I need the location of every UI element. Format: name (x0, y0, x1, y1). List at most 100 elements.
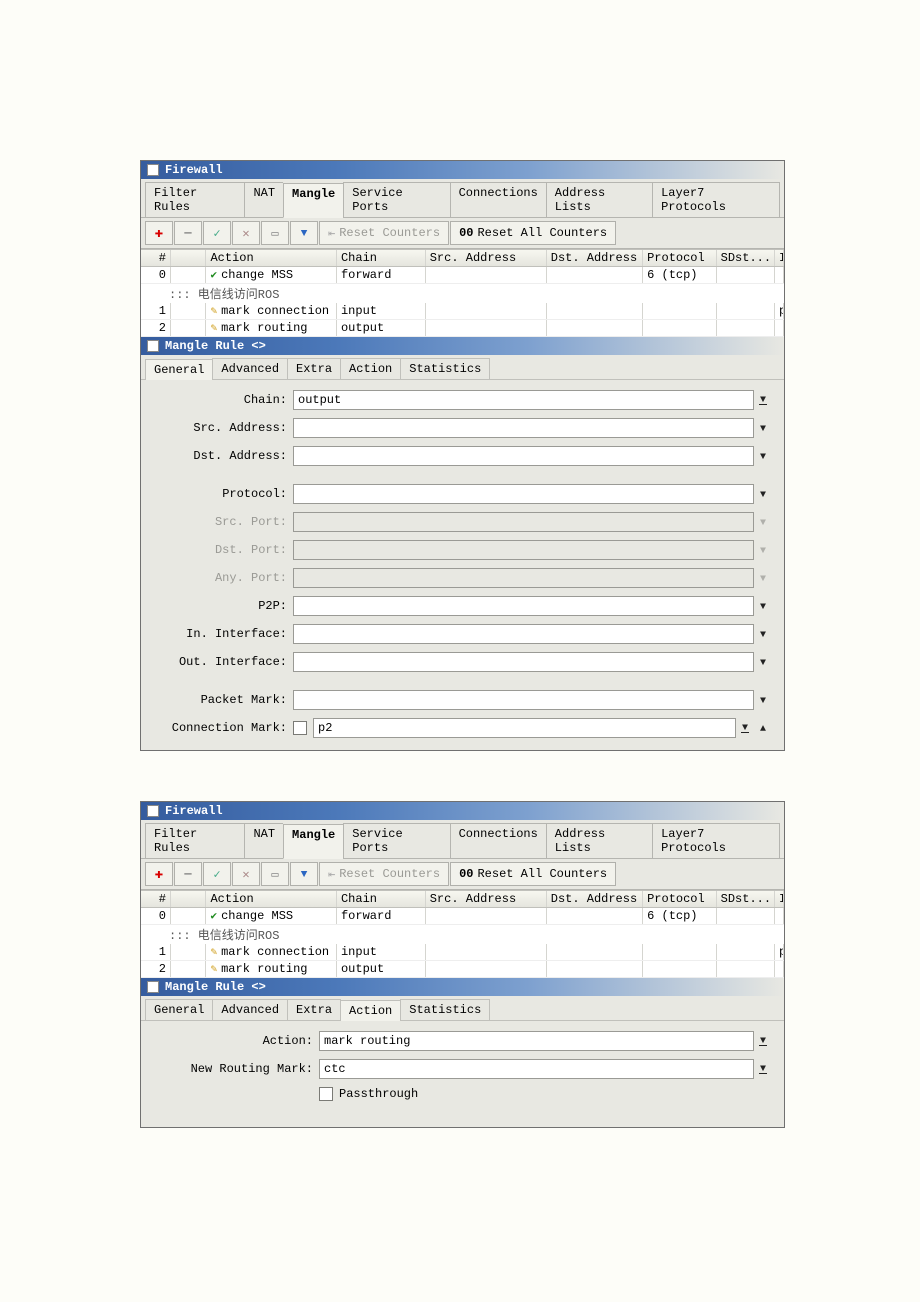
chain-input[interactable] (293, 390, 754, 410)
out-interface-dropdown[interactable] (754, 655, 772, 669)
p2p-input[interactable] (293, 596, 754, 616)
in-interface-input[interactable] (293, 624, 754, 644)
out-interface-input[interactable] (293, 652, 754, 672)
col-dst-addr[interactable]: Dst. Address (547, 250, 643, 266)
src-address-dropdown[interactable] (754, 421, 772, 435)
tab-service-ports[interactable]: Service Ports (343, 823, 449, 858)
tab-action[interactable]: Action (340, 1000, 401, 1021)
packet-mark-dropdown[interactable] (754, 693, 772, 707)
titlebar[interactable]: Firewall (141, 161, 784, 179)
tab-address-lists[interactable]: Address Lists (546, 823, 652, 858)
tab-statistics[interactable]: Statistics (400, 358, 490, 379)
disable-button[interactable] (232, 221, 260, 245)
src-port-dropdown (754, 515, 772, 529)
src-address-input[interactable] (293, 418, 754, 438)
in-interface-dropdown[interactable] (754, 627, 772, 641)
comment-button[interactable] (261, 221, 289, 245)
table-row[interactable]: 2 mark routing output (141, 320, 784, 337)
col-sdst[interactable]: SDst... (717, 891, 775, 907)
filter-button[interactable] (290, 221, 318, 245)
connection-mark-input[interactable] (313, 718, 736, 738)
tab-advanced[interactable]: Advanced (212, 999, 288, 1020)
p2p-label: P2P: (153, 599, 293, 613)
tab-extra[interactable]: Extra (287, 999, 341, 1020)
col-action[interactable]: Action (206, 891, 337, 907)
tab-service-ports[interactable]: Service Ports (343, 182, 449, 217)
tab-connections[interactable]: Connections (450, 823, 546, 858)
passthrough-checkbox[interactable] (319, 1087, 333, 1101)
tab-action[interactable]: Action (340, 358, 401, 379)
table-row[interactable]: 0 change MSS forward 6 (tcp) (141, 908, 784, 925)
col-flag[interactable] (171, 250, 207, 266)
col-sdst[interactable]: SDst... (717, 250, 775, 266)
enable-button[interactable] (203, 862, 231, 886)
comment-button[interactable] (261, 862, 289, 886)
tab-filter-rules[interactable]: Filter Rules (145, 182, 244, 217)
table-row[interactable]: 1 mark connection input pppoe- (141, 944, 784, 961)
reset-counters-button[interactable]: Reset Counters (319, 221, 449, 245)
disable-button[interactable] (232, 862, 260, 886)
chain-dropdown[interactable] (754, 396, 772, 405)
new-routing-mark-dropdown[interactable] (754, 1065, 772, 1074)
packet-mark-input[interactable] (293, 690, 754, 710)
remove-button[interactable] (174, 862, 202, 886)
connection-mark-checkbox[interactable] (293, 721, 307, 735)
enable-button[interactable] (203, 221, 231, 245)
protocol-dropdown[interactable] (754, 487, 772, 501)
col-action[interactable]: Action (206, 250, 337, 266)
reset-counters-button[interactable]: Reset Counters (319, 862, 449, 886)
dst-address-input[interactable] (293, 446, 754, 466)
dialog-titlebar[interactable]: Mangle Rule <> (141, 978, 784, 996)
col-flag[interactable] (171, 891, 207, 907)
col-protocol[interactable]: Protocol (643, 250, 717, 266)
table-row[interactable]: 2 mark routing output (141, 961, 784, 978)
tab-nat[interactable]: NAT (244, 182, 283, 217)
new-routing-mark-input[interactable] (319, 1059, 754, 1079)
table-row[interactable]: 1 mark connection input pppoe- (141, 303, 784, 320)
titlebar[interactable]: Firewall (141, 802, 784, 820)
tab-extra[interactable]: Extra (287, 358, 341, 379)
tab-statistics[interactable]: Statistics (400, 999, 490, 1020)
tab-filter-rules[interactable]: Filter Rules (145, 823, 244, 858)
col-src-addr[interactable]: Src. Address (426, 891, 547, 907)
table-row[interactable]: 0 change MSS forward 6 (tcp) (141, 267, 784, 284)
add-button[interactable] (145, 862, 173, 886)
col-chain[interactable]: Chain (337, 250, 426, 266)
check-icon (210, 909, 217, 923)
passthrough-label: Passthrough (339, 1087, 418, 1101)
window-title: Firewall (165, 804, 223, 818)
tab-general[interactable]: General (145, 359, 213, 380)
tab-advanced[interactable]: Advanced (212, 358, 288, 379)
col-src-addr[interactable]: Src. Address (426, 250, 547, 266)
tab-nat[interactable]: NAT (244, 823, 283, 858)
reset-all-counters-button[interactable]: 00 Reset All Counters (450, 862, 616, 886)
tab-layer7[interactable]: Layer7 Protocols (652, 823, 780, 858)
add-button[interactable] (145, 221, 173, 245)
pen-icon (210, 945, 217, 959)
reset-all-counters-button[interactable]: 00 Reset All Counters (450, 221, 616, 245)
filter-button[interactable] (290, 862, 318, 886)
tab-mangle[interactable]: Mangle (283, 183, 343, 218)
dialog-titlebar[interactable]: Mangle Rule <> (141, 337, 784, 355)
action-input[interactable] (319, 1031, 754, 1051)
col-dst-addr[interactable]: Dst. Address (547, 891, 643, 907)
connection-mark-collapse[interactable] (754, 721, 772, 735)
col-index[interactable]: # (141, 891, 171, 907)
tab-layer7[interactable]: Layer7 Protocols (652, 182, 780, 217)
col-in-interface[interactable]: In. In (775, 891, 784, 907)
dst-port-dropdown (754, 543, 772, 557)
col-chain[interactable]: Chain (337, 891, 426, 907)
col-protocol[interactable]: Protocol (643, 891, 717, 907)
dst-address-dropdown[interactable] (754, 449, 772, 463)
col-index[interactable]: # (141, 250, 171, 266)
tab-address-lists[interactable]: Address Lists (546, 182, 652, 217)
action-dropdown[interactable] (754, 1037, 772, 1046)
protocol-input[interactable] (293, 484, 754, 504)
col-in-interface[interactable]: In. In (775, 250, 784, 266)
connection-mark-dropdown[interactable] (736, 724, 754, 733)
tab-connections[interactable]: Connections (450, 182, 546, 217)
tab-general[interactable]: General (145, 999, 213, 1020)
remove-button[interactable] (174, 221, 202, 245)
tab-mangle[interactable]: Mangle (283, 824, 343, 859)
p2p-dropdown[interactable] (754, 599, 772, 613)
